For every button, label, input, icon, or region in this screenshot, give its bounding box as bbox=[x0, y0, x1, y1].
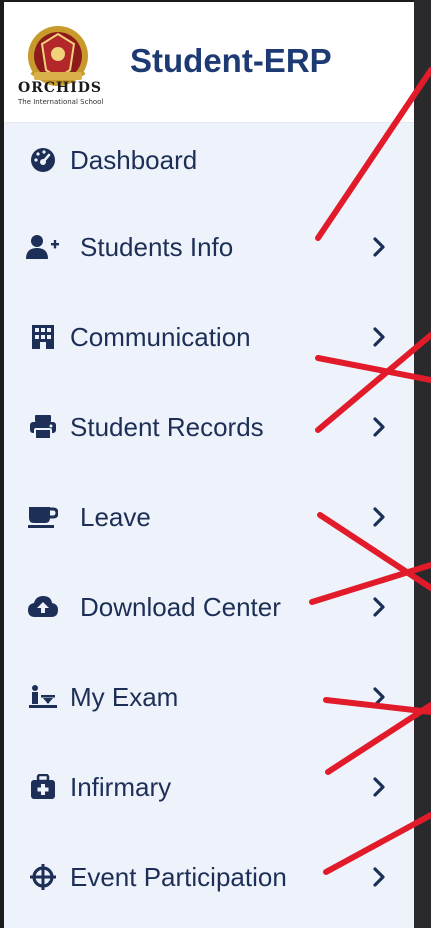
sidebar-item-label: Communication bbox=[70, 321, 251, 352]
chevron-right-icon bbox=[373, 687, 385, 707]
app-title: Student-ERP bbox=[130, 42, 332, 79]
logo-tagline: The International School bbox=[18, 98, 104, 106]
cloud-download-icon bbox=[26, 590, 60, 624]
sidebar-item-label: Event Participation bbox=[70, 861, 287, 892]
sidebar-item-label: My Exam bbox=[70, 681, 179, 712]
crest-icon bbox=[28, 26, 88, 86]
sidebar-item-dashboard[interactable]: Dashboard bbox=[4, 130, 414, 190]
screen: ORCHIDS The International School Student… bbox=[0, 0, 431, 928]
logo-wordmark: ORCHIDS bbox=[18, 80, 102, 96]
sidebar-header: ORCHIDS The International School Student… bbox=[4, 2, 414, 122]
header-divider bbox=[4, 122, 414, 123]
sidebar-item-my-exam[interactable]: My Exam bbox=[4, 667, 414, 727]
chevron-right-icon bbox=[373, 867, 385, 887]
sidebar: ORCHIDS The International School Student… bbox=[4, 2, 415, 928]
sidebar-item-leave[interactable]: Leave bbox=[4, 487, 414, 547]
coffee-cup-icon bbox=[26, 500, 60, 534]
chevron-right-icon bbox=[373, 417, 385, 437]
sidebar-item-infirmary[interactable]: Infirmary bbox=[4, 757, 414, 817]
content-edge bbox=[414, 0, 431, 928]
sidebar-item-label: Download Center bbox=[80, 591, 281, 622]
sidebar-item-student-records[interactable]: Student Records bbox=[4, 397, 414, 457]
sidebar-item-communication[interactable]: Communication bbox=[4, 307, 414, 367]
medical-kit-icon bbox=[26, 770, 60, 804]
chevron-right-icon bbox=[373, 777, 385, 797]
sidebar-item-students-info[interactable]: Students Info bbox=[4, 217, 414, 277]
chevron-right-icon bbox=[373, 237, 385, 257]
sidebar-item-label: Student Records bbox=[70, 411, 264, 442]
exam-icon bbox=[26, 680, 60, 714]
chevron-right-icon bbox=[373, 507, 385, 527]
chevron-right-icon bbox=[373, 327, 385, 347]
sidebar-item-label: Students Info bbox=[80, 231, 234, 262]
add-user-icon bbox=[26, 230, 60, 264]
sidebar-item-download-center[interactable]: Download Center bbox=[4, 577, 414, 637]
school-logo[interactable] bbox=[12, 18, 104, 110]
sidebar-item-event-participation[interactable]: Event Participation bbox=[4, 847, 414, 907]
sidebar-item-label: Infirmary bbox=[70, 771, 172, 802]
chevron-right-icon bbox=[373, 597, 385, 617]
printer-icon bbox=[26, 410, 60, 444]
crosshair-icon bbox=[26, 860, 60, 894]
dashboard-icon bbox=[26, 143, 60, 177]
building-icon bbox=[26, 320, 60, 354]
sidebar-item-label: Dashboard bbox=[70, 144, 198, 175]
sidebar-item-label: Leave bbox=[80, 501, 151, 532]
